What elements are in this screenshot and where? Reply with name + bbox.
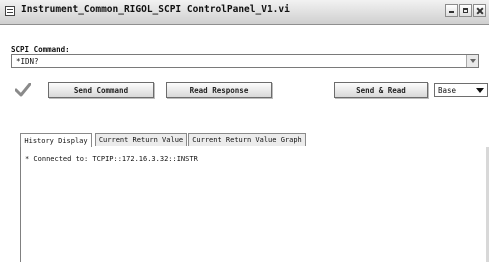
scpi-command-label: SCPI Command: xyxy=(11,45,70,54)
tab-current-return-value[interactable]: Current Return Value xyxy=(95,133,187,146)
scpi-command-dropdown-arrow[interactable] xyxy=(466,55,478,67)
checkmark-icon xyxy=(15,83,31,97)
main-window: Instrument_Common_RIGOL_SCPI ControlPane… xyxy=(0,0,489,262)
scpi-command-value: *IDN? xyxy=(16,57,39,66)
tab-current-return-value-graph[interactable]: Current Return Value Graph xyxy=(188,133,306,146)
tab-bar: History Display Current Return Value Cur… xyxy=(20,133,489,148)
minimize-button[interactable] xyxy=(445,4,458,17)
close-button[interactable] xyxy=(473,4,486,17)
base-select[interactable]: Base xyxy=(434,83,488,97)
history-display-area[interactable]: * Connected to: TCPIP::172.16.3.32::INST… xyxy=(20,147,489,262)
history-line: * Connected to: TCPIP::172.16.3.32::INST… xyxy=(25,155,198,163)
maximize-button[interactable] xyxy=(459,4,472,17)
send-command-button[interactable]: Send Command xyxy=(48,82,154,98)
chevron-down-icon xyxy=(476,88,484,93)
app-window-icon xyxy=(5,6,15,16)
base-select-value: Base xyxy=(438,86,457,95)
scpi-command-input[interactable]: *IDN? xyxy=(11,54,479,68)
send-and-read-button[interactable]: Send & Read xyxy=(334,82,428,98)
tab-history-display[interactable]: History Display xyxy=(20,133,92,147)
read-response-button[interactable]: Read Response xyxy=(166,82,272,98)
window-title: Instrument_Common_RIGOL_SCPI ControlPane… xyxy=(21,4,290,15)
title-bar: Instrument_Common_RIGOL_SCPI ControlPane… xyxy=(0,0,489,25)
